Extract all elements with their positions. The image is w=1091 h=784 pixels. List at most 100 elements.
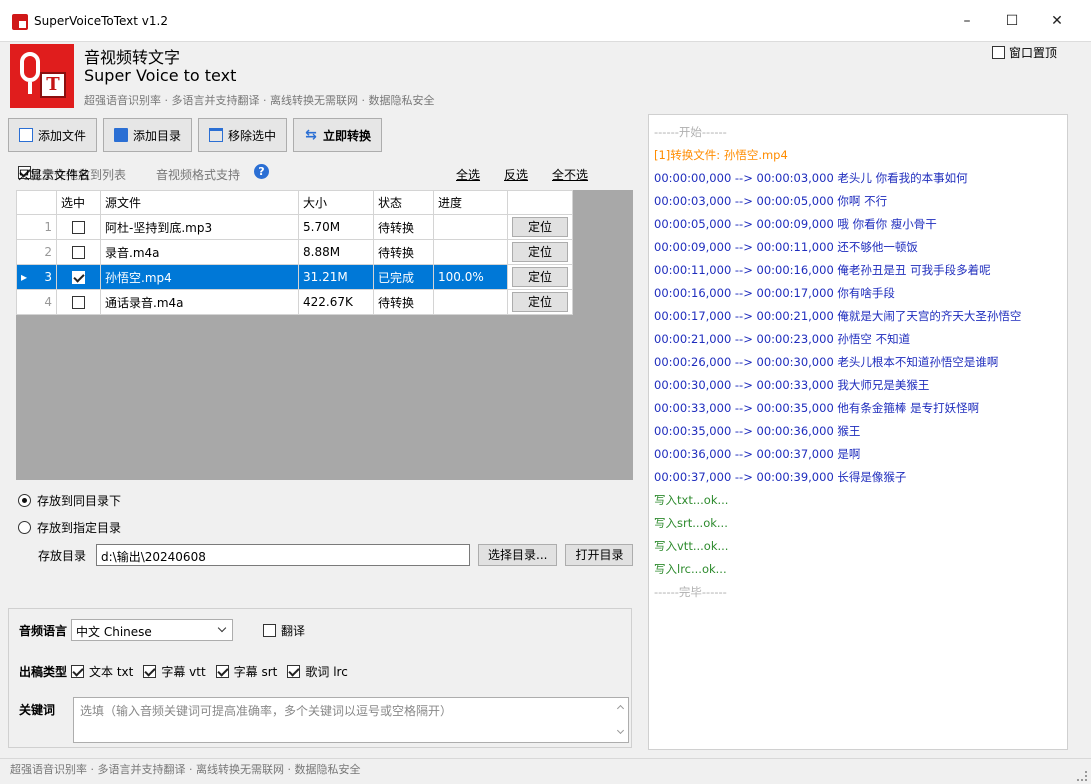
log-line: 00:00:26,000 --> 00:00:30,000 老头儿根本不知道孙悟… [654,355,999,369]
scroll-down-icon[interactable] [616,726,625,735]
scroll-up-icon[interactable] [616,704,625,713]
log-line: 写入vtt...ok... [654,539,729,553]
source-file-cell: 阿杜-坚持到底.mp3 [100,214,299,240]
log-line: 00:00:37,000 --> 00:00:39,000 长得是像猴子 [654,470,907,484]
same-directory-radio[interactable] [18,494,31,507]
conversion-log[interactable]: ------开始------ [1]转换文件: 孙悟空.mp4 00:00:00,0… [648,114,1068,750]
language-select[interactable]: 中文 Chinese [71,619,234,641]
file-panel: 添加文件 添加目录 移除选中 ⇆ 立即转换 可将文件拖放到列表 音视频格式支持 … [8,114,640,604]
locate-cell: 定位 [507,264,573,290]
log-line: ------完毕------ [654,585,727,599]
select-all-link[interactable]: 全选 [456,166,480,183]
row-number-text: 2 [44,245,52,259]
row-header-corner [16,190,57,215]
language-row: 音频语言 中文 Chinese 翻译 [19,619,305,641]
keyword-scrollbar[interactable] [616,702,626,738]
column-header-status[interactable]: 状态 [373,190,434,215]
file-size-cell: 8.88M [298,239,374,265]
column-header-source[interactable]: 源文件 [100,190,299,215]
log-line: ------开始------ [654,125,727,139]
row-number-text: 4 [44,295,52,309]
locate-button[interactable]: 定位 [512,217,568,237]
table-row[interactable]: 2 录音.m4a 8.88M 待转换 定位 [16,239,573,265]
same-directory-option[interactable]: 存放到同目录下 [18,492,121,509]
file-list[interactable]: 选中 源文件 大小 状态 进度 1 阿杜-坚持到底.mp3 5.70M 待转换 定位 2 录… [16,190,633,480]
row-checkbox[interactable] [72,271,85,284]
locate-button[interactable]: 定位 [512,292,568,312]
column-header-progress[interactable]: 进度 [433,190,508,215]
row-select-cell[interactable] [56,264,101,290]
status-cell: 待转换 [373,214,434,240]
row-checkbox[interactable] [72,296,85,309]
custom-directory-option[interactable]: 存放到指定目录 [18,519,121,536]
choose-directory-button[interactable]: 选择目录... [478,544,558,566]
log-line: 00:00:33,000 --> 00:00:35,000 他有条金箍棒 是专打… [654,401,980,415]
row-select-cell[interactable] [56,239,101,265]
table-row[interactable]: 1 阿杜-坚持到底.mp3 5.70M 待转换 定位 [16,214,573,240]
keyword-input[interactable]: 选填（输入音频关键词可提高准确率，多个关键词以逗号或空格隔开） [73,697,629,743]
add-file-button[interactable]: 添加文件 [8,118,98,152]
row-checkbox[interactable] [72,221,85,234]
maximize-button[interactable]: ☐ [997,8,1027,34]
swap-arrows-icon: ⇆ [305,127,317,143]
type-srt-checkbox[interactable] [215,665,229,678]
table-row[interactable]: 4 通话录音.m4a 422.67K 待转换 定位 [16,289,573,315]
row-checkbox[interactable] [72,246,85,259]
status-cell: 待转换 [373,239,434,265]
list-hint-row: 可将文件拖放到列表 音视频格式支持 ? 只显示文件名 全选 反选 全不选 [18,164,638,184]
source-file-cell: 录音.m4a [100,239,299,265]
column-header-size[interactable]: 大小 [298,190,374,215]
translate-checkbox[interactable] [263,623,277,637]
topmost-checkbox[interactable] [992,46,1005,59]
add-directory-label: 添加目录 [133,128,182,143]
progress-cell [433,214,508,240]
custom-directory-radio[interactable] [18,521,31,534]
type-lrc-checkbox[interactable] [287,665,301,678]
help-icon[interactable]: ? [254,164,269,179]
type-vtt-checkbox[interactable] [143,665,157,678]
logo-letter: T [40,72,66,98]
resize-grip-icon[interactable] [1077,771,1087,781]
close-button[interactable]: ✕ [1042,8,1072,34]
minimize-button[interactable]: – [952,8,982,34]
progress-cell [433,239,508,265]
log-line: 00:00:36,000 --> 00:00:37,000 是啊 [654,447,861,461]
column-header-selected[interactable]: 选中 [56,190,101,215]
locate-button[interactable]: 定位 [512,242,568,262]
select-none-link[interactable]: 全不选 [552,166,588,183]
type-vtt-toggle[interactable]: 字幕 vtt [143,663,206,680]
status-cell: 待转换 [373,289,434,315]
locate-button[interactable]: 定位 [512,267,568,287]
type-srt-toggle[interactable]: 字幕 srt [215,663,278,680]
translate-toggle[interactable]: 翻译 [263,622,305,639]
open-directory-button[interactable]: 打开目录 [565,544,634,566]
row-number: 4 [16,289,57,315]
type-txt-toggle[interactable]: 文本 txt [71,663,133,680]
table-row[interactable]: ▸ 3 孙悟空.mp4 31.21M 已完成 100.0% 定位 [16,264,573,290]
output-directory-input[interactable]: d:\输出\20240608 [96,544,471,566]
log-line: 00:00:30,000 --> 00:00:33,000 我大师兄是美猴王 [654,378,930,392]
remove-selected-button[interactable]: 移除选中 [198,118,288,152]
progress-cell: 100.0% [433,264,508,290]
keyword-label: 关键词 [19,703,56,717]
window-topmost-toggle[interactable]: 窗口置顶 [992,44,1057,61]
row-select-cell[interactable] [56,289,101,315]
file-size-cell: 422.67K [298,289,374,315]
file-table: 选中 源文件 大小 状态 进度 1 阿杜-坚持到底.mp3 5.70M 待转换 定位 2 录… [16,190,573,315]
file-size-cell: 31.21M [298,264,374,290]
add-file-label: 添加文件 [38,128,87,143]
type-lrc-toggle[interactable]: 歌词 lrc [287,663,348,680]
custom-directory-label: 存放到指定目录 [37,521,122,535]
window-title: SuperVoiceToText v1.2 [34,14,168,28]
locate-cell: 定位 [507,239,573,265]
row-select-cell[interactable] [56,214,101,240]
invert-selection-link[interactable]: 反选 [504,166,528,183]
add-directory-button[interactable]: 添加目录 [103,118,193,152]
log-line: 写入txt...ok... [654,493,729,507]
type-txt-checkbox[interactable] [71,665,85,678]
convert-now-button[interactable]: ⇆ 立即转换 [293,118,383,152]
file-size-cell: 5.70M [298,214,374,240]
source-file-cell: 孙悟空.mp4 [100,264,299,290]
column-header-locate [507,190,573,215]
type-srt-label: 字幕 srt [233,665,278,679]
